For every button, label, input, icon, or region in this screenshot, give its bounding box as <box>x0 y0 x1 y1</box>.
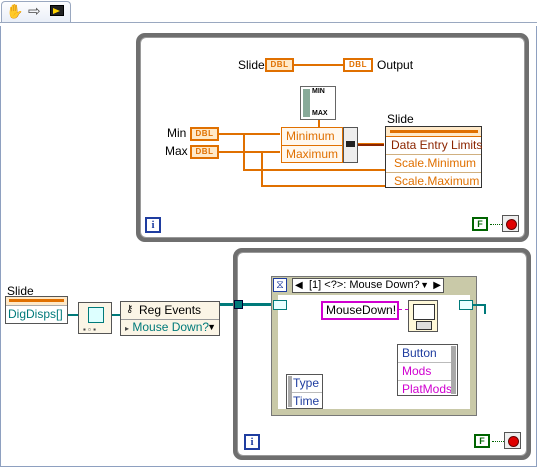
event-data-platmods[interactable]: PlatMods <box>398 381 455 398</box>
refnum-wire <box>112 314 120 316</box>
wire <box>294 64 343 66</box>
min-control[interactable]: DBL <box>190 127 219 141</box>
reg-events-item[interactable]: ▸ Mouse Down? ▼ <box>121 320 219 336</box>
event-data-node-right[interactable]: Button Mods PlatMods <box>397 344 458 396</box>
digdisps-property[interactable]: DigDisps[] <box>6 306 67 322</box>
bundle-by-name[interactable]: Minimum Maximum <box>281 127 343 163</box>
slide-label-top: Slide <box>238 58 265 72</box>
property-data-entry-limits[interactable]: Data Entry Limits <box>386 137 482 155</box>
slide-digdisps-node[interactable]: DigDisps[] <box>5 296 68 324</box>
property-scale-minimum[interactable]: Scale.Minimum <box>386 155 481 173</box>
wire <box>261 151 263 186</box>
register-events-node[interactable]: ⚷ Reg Events ▸ Mouse Down? ▼ <box>120 301 220 336</box>
run-icon[interactable] <box>50 5 64 16</box>
shift-register-tunnel <box>234 300 243 309</box>
string-wire <box>399 309 408 311</box>
bool-wire <box>492 441 504 442</box>
property-node[interactable]: Data Entry Limits Scale.Minimum Scale.Ma… <box>385 126 482 188</box>
bottom-stop-terminal[interactable] <box>504 432 521 449</box>
tab-divider <box>0 22 537 23</box>
max-control[interactable]: DBL <box>190 145 219 159</box>
wire <box>243 169 385 171</box>
reg-events-title: ⚷ Reg Events <box>121 302 219 320</box>
slide-terminal[interactable]: DBL <box>265 58 294 72</box>
dynamic-event-terminal-left[interactable] <box>273 300 287 310</box>
top-false-constant[interactable]: F <box>472 217 488 231</box>
mousedown-string-constant[interactable]: MouseDown! <box>321 301 399 320</box>
dynamic-event-terminal-right[interactable] <box>459 300 473 310</box>
bottom-false-constant[interactable]: F <box>474 434 490 448</box>
cluster-wire <box>358 143 384 146</box>
event-data-node-left[interactable]: Type Time <box>286 374 323 409</box>
hand-icon[interactable]: ✋ <box>6 3 23 20</box>
bottom-iteration-terminal[interactable]: i <box>244 434 260 450</box>
output-indicator[interactable]: DBL <box>343 58 373 72</box>
wire <box>243 133 245 170</box>
one-button-dialog-icon[interactable] <box>408 300 438 332</box>
wire <box>261 185 385 187</box>
minmax-subvi-icon[interactable]: MIN MAX <box>300 86 336 120</box>
hourglass-icon[interactable]: ⧖ <box>273 278 287 292</box>
bundle-row-maximum: Maximum <box>286 147 339 161</box>
key-icon: ⚷ <box>126 304 134 315</box>
property-node-label: Slide <box>387 112 414 126</box>
bundle-cluster-node[interactable] <box>343 127 358 163</box>
property-scale-maximum[interactable]: Scale.Maximum <box>386 173 481 190</box>
output-label: Output <box>377 58 414 72</box>
dropdown-arrow-icon: ▼ <box>207 322 216 332</box>
refnum-wire <box>68 314 78 316</box>
event-data-time[interactable]: Time <box>289 393 322 409</box>
event-data-button[interactable]: Button <box>398 345 455 363</box>
event-data-type[interactable]: Type <box>289 375 322 393</box>
arrow-icon[interactable]: ⇨ <box>28 2 41 20</box>
event-reg-wire <box>484 304 486 314</box>
top-iteration-terminal[interactable]: i <box>145 217 161 233</box>
max-label: Max <box>165 144 188 158</box>
increment-arrow-icon: ▶ <box>433 280 441 291</box>
wire <box>219 133 280 135</box>
event-reg-wire <box>243 303 273 306</box>
min-label: Min <box>167 126 187 140</box>
decrement-arrow-icon: ◀ <box>295 280 303 291</box>
build-array-node[interactable]: ▪ ▫ ▪ <box>78 302 112 334</box>
bundle-row-minimum: Minimum <box>282 128 342 146</box>
bool-wire <box>490 224 502 225</box>
case-dropdown-icon: ▼ <box>420 280 429 290</box>
event-case-selector[interactable]: ◀ [1] <?>: Mouse Down? ▶ ▼ <box>292 278 444 293</box>
top-stop-terminal[interactable] <box>502 215 519 232</box>
event-data-mods[interactable]: Mods <box>398 363 455 381</box>
wire <box>219 151 280 153</box>
